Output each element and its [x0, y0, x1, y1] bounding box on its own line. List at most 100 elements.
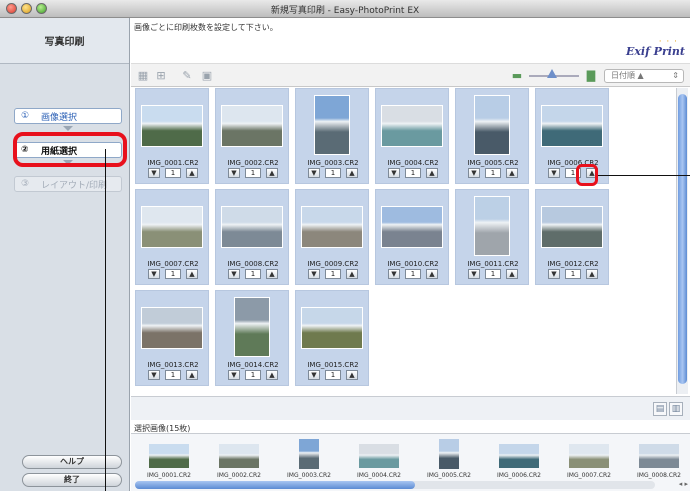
increase-quantity-button[interactable]: ▲	[426, 269, 438, 279]
decrease-quantity-button[interactable]: ▼	[388, 269, 400, 279]
strip-scroll-thumb[interactable]	[135, 481, 415, 489]
image-cell[interactable]: IMG_0008.CR2 ▼ 1 ▲	[215, 189, 289, 285]
exit-button[interactable]: 終了	[22, 473, 122, 487]
print-quantity[interactable]: 1	[325, 269, 341, 279]
image-cell[interactable]: IMG_0013.CR2 ▼ 1 ▲	[135, 290, 209, 386]
image-cell[interactable]: IMG_0009.CR2 ▼ 1 ▲	[295, 189, 369, 285]
sort-order-select[interactable]: 日付順 ▲ ⇕	[604, 69, 684, 83]
image-cell[interactable]: IMG_0010.CR2 ▼ 1 ▲	[375, 189, 449, 285]
photo-thumbnail[interactable]	[541, 105, 603, 147]
increase-quantity-button[interactable]: ▲	[266, 269, 278, 279]
print-quantity[interactable]: 1	[485, 168, 501, 178]
print-quantity[interactable]: 1	[245, 168, 261, 178]
increase-quantity-button[interactable]: ▲	[506, 269, 518, 279]
image-cell[interactable]: IMG_0012.CR2 ▼ 1 ▲	[535, 189, 609, 285]
print-quantity[interactable]: 1	[405, 168, 421, 178]
print-quantity[interactable]: 1	[165, 370, 181, 380]
scroll-arrows-icon[interactable]: ◂ ▸	[679, 480, 688, 488]
selected-image-item[interactable]: IMG_0007.CR2	[555, 439, 623, 481]
photo-thumbnail[interactable]	[219, 444, 259, 468]
image-cell[interactable]: IMG_0003.CR2 ▼ 1 ▲	[295, 88, 369, 184]
increase-quantity-button[interactable]: ▲	[506, 168, 518, 178]
photo-thumbnail[interactable]	[301, 307, 363, 349]
large-photo-icon[interactable]: ▇	[585, 70, 597, 82]
decrease-quantity-button[interactable]: ▼	[148, 168, 160, 178]
increase-quantity-button[interactable]: ▲	[426, 168, 438, 178]
increase-quantity-button[interactable]: ▲	[186, 370, 198, 380]
increase-quantity-button[interactable]: ▲	[346, 370, 358, 380]
increase-quantity-button[interactable]: ▲	[186, 269, 198, 279]
decrease-quantity-button[interactable]: ▼	[548, 269, 560, 279]
grid-small-icon[interactable]: ▦	[137, 70, 149, 82]
decrease-quantity-button[interactable]: ▼	[388, 168, 400, 178]
photo-thumbnail[interactable]	[474, 196, 510, 256]
image-cell[interactable]: IMG_0015.CR2 ▼ 1 ▲	[295, 290, 369, 386]
print-quantity[interactable]: 1	[485, 269, 501, 279]
image-cell[interactable]: IMG_0001.CR2 ▼ 1 ▲	[135, 88, 209, 184]
photo-thumbnail[interactable]	[499, 444, 539, 468]
correction-brush-icon[interactable]: ✎	[181, 70, 193, 82]
print-quantity[interactable]: 1	[165, 168, 181, 178]
print-quantity[interactable]: 1	[245, 370, 261, 380]
photo-thumbnail[interactable]	[439, 439, 459, 469]
photo-thumbnail[interactable]	[141, 307, 203, 349]
step-image-select[interactable]: ① 画像選択	[14, 108, 122, 124]
selected-image-item[interactable]: IMG_0008.CR2	[625, 439, 690, 481]
slider-knob[interactable]	[547, 69, 557, 78]
selected-image-item[interactable]: IMG_0004.CR2	[345, 439, 413, 481]
photo-thumbnail[interactable]	[221, 206, 283, 248]
photo-thumbnail[interactable]	[299, 439, 319, 469]
photo-thumbnail[interactable]	[141, 105, 203, 147]
decrease-quantity-button[interactable]: ▼	[148, 370, 160, 380]
selected-image-item[interactable]: IMG_0002.CR2	[205, 439, 273, 481]
photo-thumbnail[interactable]	[301, 206, 363, 248]
image-cell[interactable]: IMG_0011.CR2 ▼ 1 ▲	[455, 189, 529, 285]
selected-image-item[interactable]: IMG_0006.CR2	[485, 439, 553, 481]
photo-thumbnail[interactable]	[221, 105, 283, 147]
print-quantity[interactable]: 1	[565, 269, 581, 279]
photo-thumbnail[interactable]	[141, 206, 203, 248]
help-button[interactable]: ヘルプ	[22, 455, 122, 469]
image-cell[interactable]: IMG_0004.CR2 ▼ 1 ▲	[375, 88, 449, 184]
scrollbar-thumb[interactable]	[678, 94, 687, 384]
grid-vertical-scrollbar[interactable]	[676, 88, 688, 394]
decrease-quantity-button[interactable]: ▼	[308, 168, 320, 178]
selected-image-item[interactable]: IMG_0003.CR2	[275, 439, 343, 481]
small-photo-icon[interactable]: ▬	[511, 70, 523, 82]
photo-thumbnail[interactable]	[149, 444, 189, 468]
increase-quantity-button[interactable]: ▲	[186, 168, 198, 178]
increase-quantity-button[interactable]: ▲	[266, 168, 278, 178]
selected-image-item[interactable]: IMG_0005.CR2	[415, 439, 483, 481]
decrease-quantity-button[interactable]: ▼	[468, 269, 480, 279]
image-cell[interactable]: IMG_0002.CR2 ▼ 1 ▲	[215, 88, 289, 184]
decrease-quantity-button[interactable]: ▼	[548, 168, 560, 178]
print-quantity[interactable]: 1	[165, 269, 181, 279]
photo-frame-icon[interactable]: ▣	[201, 70, 213, 82]
increase-quantity-button[interactable]: ▲	[346, 269, 358, 279]
image-cell[interactable]: IMG_0014.CR2 ▼ 1 ▲	[215, 290, 289, 386]
photo-thumbnail[interactable]	[541, 206, 603, 248]
decrease-quantity-button[interactable]: ▼	[308, 370, 320, 380]
multi-view-icon[interactable]: ▥	[669, 402, 683, 416]
image-cell[interactable]: IMG_0007.CR2 ▼ 1 ▲	[135, 189, 209, 285]
photo-thumbnail[interactable]	[569, 444, 609, 468]
decrease-quantity-button[interactable]: ▼	[228, 168, 240, 178]
image-cell[interactable]: IMG_0005.CR2 ▼ 1 ▲	[455, 88, 529, 184]
selected-image-item[interactable]: IMG_0001.CR2	[135, 439, 203, 481]
decrease-quantity-button[interactable]: ▼	[228, 269, 240, 279]
photo-thumbnail[interactable]	[234, 297, 270, 357]
photo-thumbnail[interactable]	[381, 105, 443, 147]
photo-thumbnail[interactable]	[381, 206, 443, 248]
decrease-quantity-button[interactable]: ▼	[228, 370, 240, 380]
print-quantity[interactable]: 1	[325, 370, 341, 380]
photo-thumbnail[interactable]	[359, 444, 399, 468]
increase-quantity-button[interactable]: ▲	[346, 168, 358, 178]
photo-thumbnail[interactable]	[314, 95, 350, 155]
decrease-quantity-button[interactable]: ▼	[308, 269, 320, 279]
grid-large-icon[interactable]: ⊞	[155, 70, 167, 82]
increase-quantity-button[interactable]: ▲	[266, 370, 278, 380]
print-quantity[interactable]: 1	[405, 269, 421, 279]
single-view-icon[interactable]: ▤	[653, 402, 667, 416]
photo-thumbnail[interactable]	[474, 95, 510, 155]
decrease-quantity-button[interactable]: ▼	[468, 168, 480, 178]
